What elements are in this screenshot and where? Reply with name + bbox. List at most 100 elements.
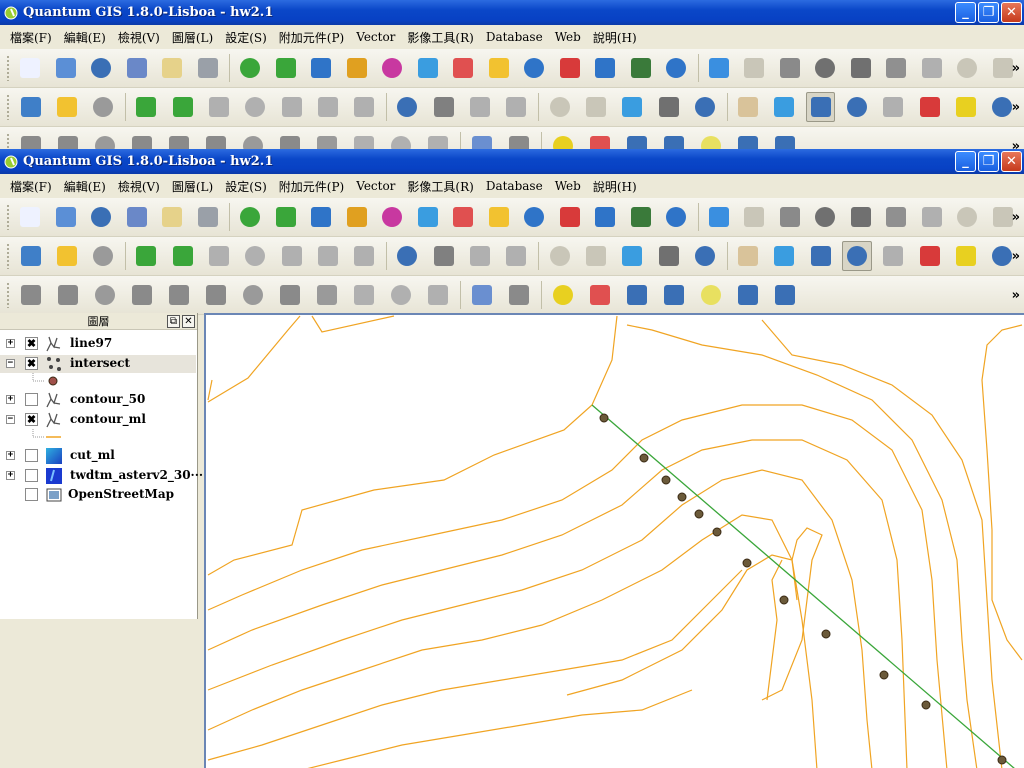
toolbar-2-button-20[interactable] [770,92,799,122]
toolbar-3-button-17[interactable] [659,131,689,149]
toolbar-3-button-12[interactable] [467,280,497,310]
toolbar-3-button-9[interactable] [349,280,379,310]
toolbar-2-button-8[interactable] [313,241,342,271]
minimize-button[interactable]: _ [955,151,976,172]
toolbar-1-button-19[interactable] [705,202,734,232]
toolbar-3-button-16[interactable] [622,280,652,310]
close-button[interactable]: ✕ [1001,151,1022,172]
float-panel-button[interactable]: ⧉ [167,315,180,328]
back-menu-file[interactable]: 檔案(F) [4,29,58,46]
toolbar-3-button-11[interactable] [423,280,453,310]
toolbar-2-button-19[interactable] [733,92,762,122]
toolbar-1-button-20[interactable] [740,53,769,83]
toolbar-1-button-11[interactable] [413,202,442,232]
toolbar-2-button-4[interactable] [168,241,197,271]
toolbar-1-button-14[interactable] [520,202,549,232]
layer-visibility-checkbox[interactable] [25,393,38,406]
toolbar-2-button-11[interactable] [429,92,458,122]
toolbar-1-button-17[interactable] [627,202,656,232]
layer-visibility-checkbox[interactable]: ✖ [25,357,38,370]
toolbar-3-button-1[interactable] [53,280,83,310]
menu-web[interactable]: Web [549,179,587,193]
toolbar-3-button-17[interactable] [659,280,689,310]
toolbar-3-button-19[interactable] [733,280,763,310]
toolbar-grip[interactable] [6,243,10,269]
menu-file[interactable]: 檔案(F) [4,178,58,195]
toolbar-3-button-15[interactable] [585,280,615,310]
toolbar-2-button-4[interactable] [168,92,197,122]
back-close-button[interactable]: ✕ [1001,2,1022,23]
back-menu-settings[interactable]: 設定(S) [219,29,273,46]
toolbar-1-button-25[interactable] [918,202,947,232]
toolbar-2-button-18[interactable] [690,241,719,271]
toolbar-2-button-7[interactable] [277,241,306,271]
toolbar-3-button-7[interactable] [275,280,305,310]
toolbar-2-button-5[interactable] [204,241,233,271]
toolbar-3-button-15[interactable] [585,131,615,149]
toolbar-2-button-25[interactable] [951,241,980,271]
toolbar-1-button-26[interactable] [953,53,982,83]
toolbar-grip[interactable] [6,282,10,308]
toolbar-2-button-12[interactable] [465,92,494,122]
expand-icon[interactable]: + [6,471,15,480]
back-minimize-button[interactable]: _ [955,2,976,23]
layer-visibility-checkbox[interactable] [25,449,38,462]
toolbar-1-button-18[interactable] [662,202,691,232]
toolbar-2-button-7[interactable] [277,92,306,122]
toolbar-3-button-13[interactable] [504,131,534,149]
toolbar-2-button-10[interactable] [393,241,422,271]
toolbar-3-button-11[interactable] [423,131,453,149]
menu-edit[interactable]: 編輯(E) [58,178,112,195]
toolbar-3-button-10[interactable] [386,131,416,149]
toolbar-2-button-6[interactable] [241,241,270,271]
toolbar-2-button-0[interactable] [16,92,45,122]
expand-icon[interactable]: + [6,395,15,404]
menu-help[interactable]: 說明(H) [587,178,643,195]
toolbar-1-button-4[interactable] [158,202,187,232]
toolbar-2-button-17[interactable] [654,241,683,271]
toolbar-2-button-10[interactable] [393,92,422,122]
back-menu-vector[interactable]: Vector [350,30,401,44]
toolbar-2-button-6[interactable] [241,92,270,122]
layer-visibility-checkbox[interactable]: ✖ [25,413,38,426]
toolbar-2-button-15[interactable] [581,241,610,271]
toolbar-1-button-12[interactable] [449,202,478,232]
toolbar-2-button-2[interactable] [89,241,118,271]
toolbar-2-button-2[interactable] [89,92,118,122]
toolbar-1-button-5[interactable] [193,53,222,83]
toolbar-1-button-8[interactable] [307,53,336,83]
toolbar-2-button-16[interactable] [618,92,647,122]
toolbar-3-button-14[interactable] [548,280,578,310]
toolbar-1-button-21[interactable] [776,53,805,83]
toolbar-2-button-21[interactable] [806,241,835,271]
toolbar-1-button-24[interactable] [882,53,911,83]
toolbar-1-button-13[interactable] [484,53,513,83]
toolbar-3-button-2[interactable] [90,131,120,149]
toolbar-1-button-16[interactable] [591,202,620,232]
toolbar-2-button-24[interactable] [915,92,944,122]
toolbar-3-button-7[interactable] [275,131,305,149]
back-menu-edit[interactable]: 編輯(E) [58,29,112,46]
toolbar-1-button-7[interactable] [271,53,300,83]
toolbar-1-button-4[interactable] [158,53,187,83]
toolbar-3-button-16[interactable] [622,131,652,149]
toolbar-1-button-23[interactable] [847,53,876,83]
toolbar-1-button-3[interactable] [122,202,151,232]
toolbar-3-button-5[interactable] [201,131,231,149]
toolbar-1-button-1[interactable] [51,53,80,83]
menu-raster[interactable]: 影像工具(R) [401,178,479,195]
toolbar-2-button-22[interactable] [842,92,871,122]
toolbar-2-button-19[interactable] [733,241,762,271]
toolbar-3-button-8[interactable] [312,280,342,310]
toolbar-1-button-5[interactable] [193,202,222,232]
back-menu-database[interactable]: Database [480,30,549,44]
toolbar-overflow-chevron[interactable]: » [1012,100,1020,115]
toolbar-1-button-6[interactable] [236,53,265,83]
toolbar-2-button-13[interactable] [502,92,531,122]
back-menu-layer[interactable]: 圖層(L) [166,29,219,46]
toolbar-3-button-14[interactable] [548,131,578,149]
menu-settings[interactable]: 設定(S) [219,178,273,195]
toolbar-1-button-21[interactable] [776,202,805,232]
back-menu-help[interactable]: 說明(H) [587,29,643,46]
toolbar-2-button-18[interactable] [690,92,719,122]
